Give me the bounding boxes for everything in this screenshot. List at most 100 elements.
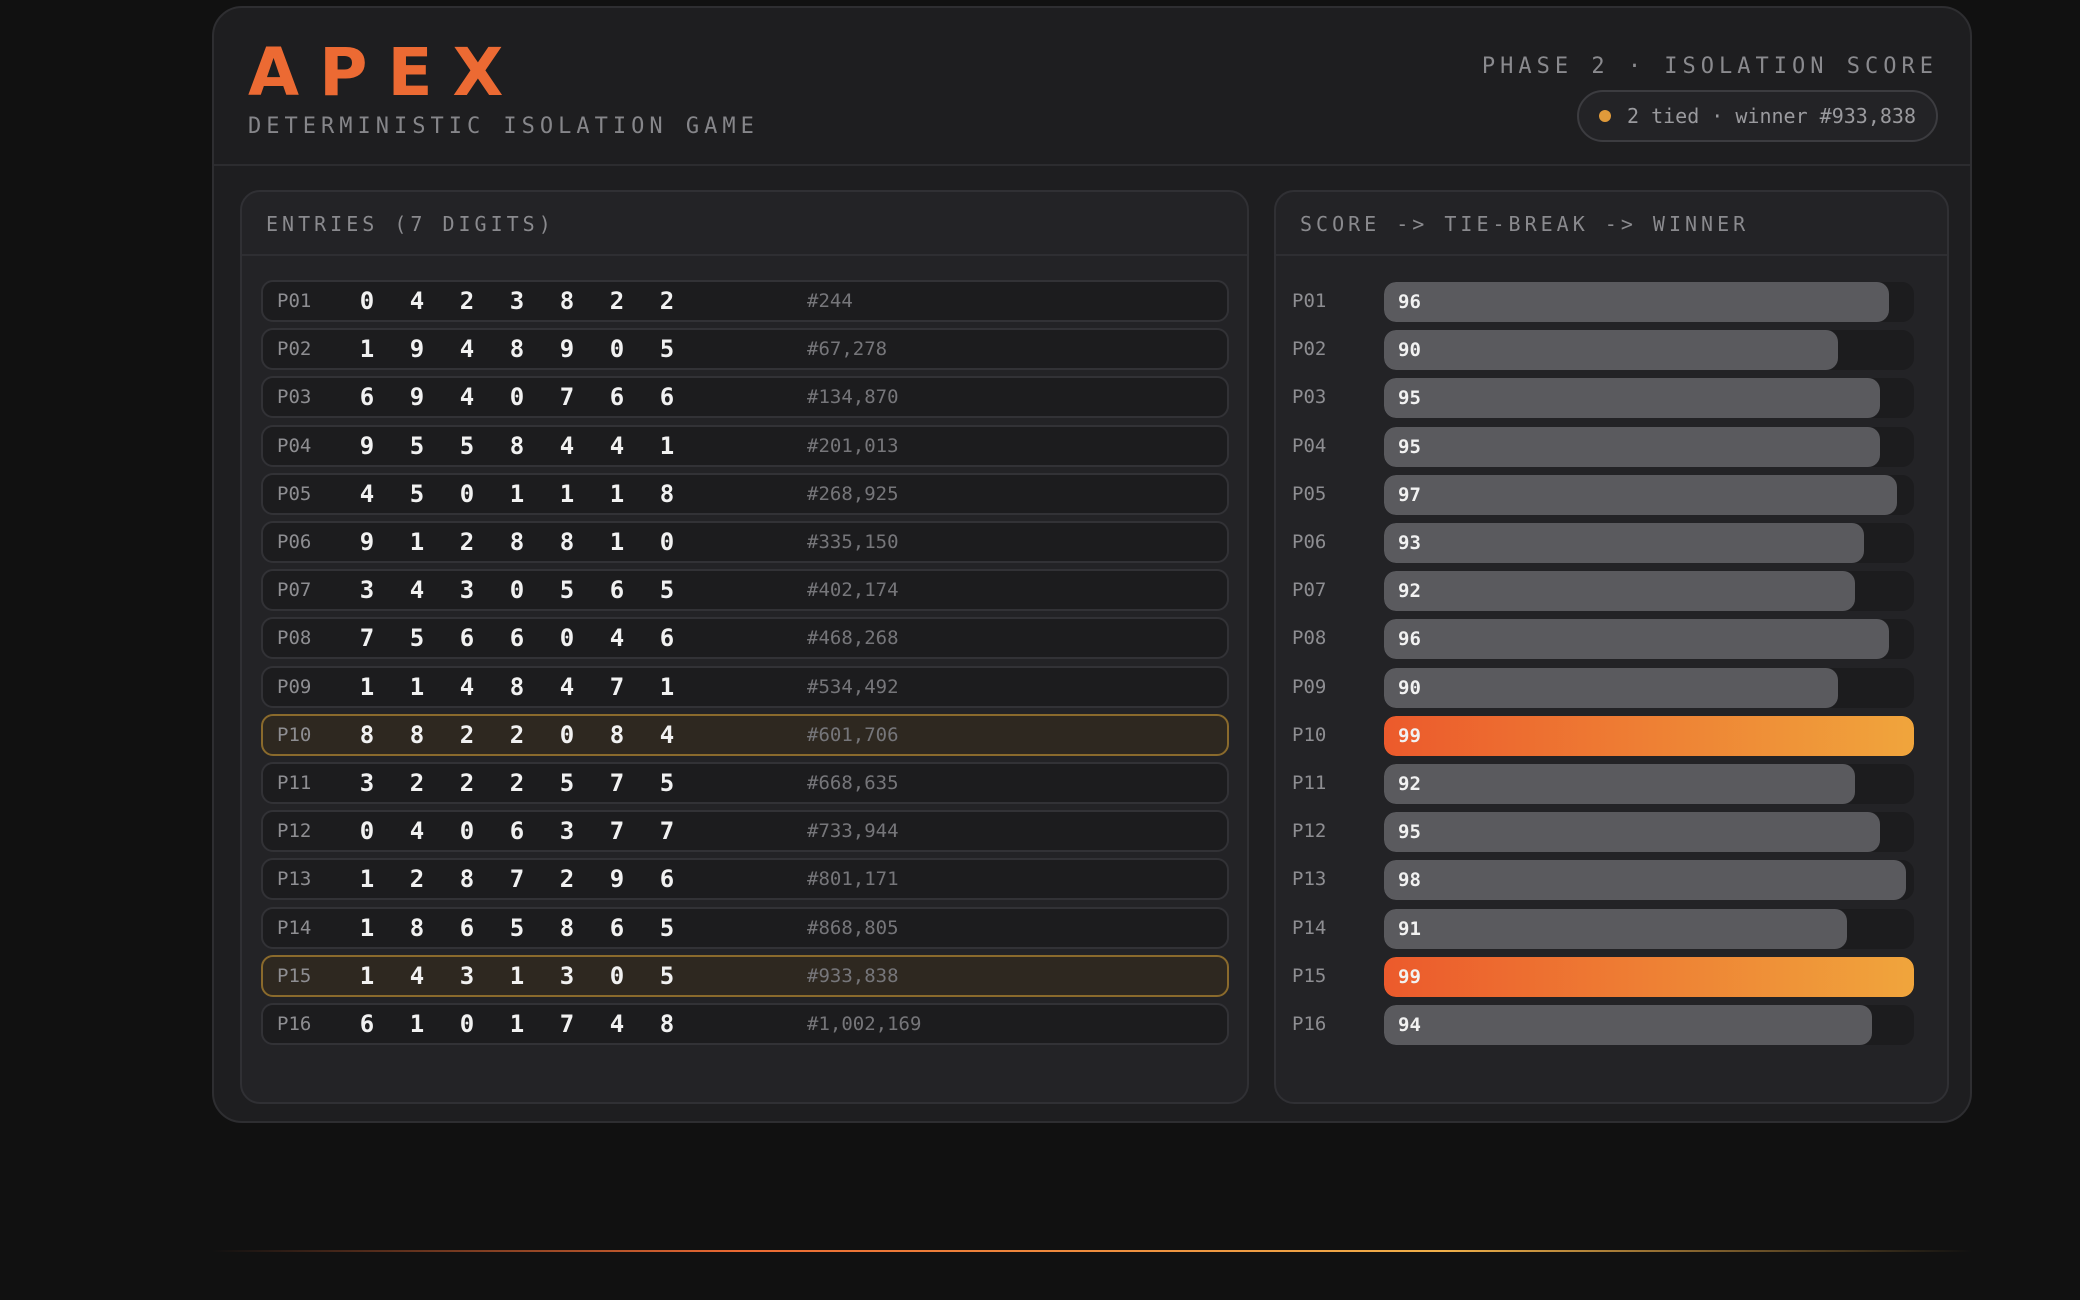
entry-digit: 7 [609, 769, 625, 797]
entry-row: P16 6 1 0 1 7 4 8 #1,002,169 [261, 1003, 1229, 1045]
entry-digit: 0 [559, 624, 575, 653]
score-id: P01 [1292, 290, 1327, 312]
entry-id: P06 [277, 531, 312, 553]
entry-id: P07 [277, 579, 312, 602]
entry-digit: 3 [559, 961, 575, 990]
app-logo: APEX [248, 34, 524, 111]
entry-digit: 4 [609, 624, 625, 653]
entry-rank: #468,268 [807, 627, 899, 650]
entry-digit: 6 [509, 624, 525, 653]
entry-digit: 6 [609, 576, 625, 605]
entry-digit: 8 [409, 720, 425, 749]
score-value: 95 [1398, 387, 1421, 410]
score-row: P10 99 [1276, 714, 1947, 756]
score-row: P08 96 [1276, 617, 1947, 660]
score-value: 90 [1398, 676, 1421, 699]
entry-rank: #201,013 [807, 434, 899, 457]
entry-id: P08 [277, 627, 312, 650]
entry-digit: 0 [459, 817, 475, 846]
score-value: 93 [1398, 532, 1421, 554]
entry-digit: 1 [609, 528, 625, 556]
entry-digit: 1 [359, 961, 375, 990]
score-panel: SCORE -> TIE-BREAK -> WINNER P01 96 P02 90 P… [1274, 190, 1949, 1104]
score-id: P13 [1292, 868, 1327, 891]
entry-digit: 8 [509, 335, 525, 364]
entry-digit: 4 [659, 720, 675, 749]
score-track: 95 [1384, 426, 1914, 467]
entry-digit: 3 [459, 576, 475, 605]
entry-digit: 0 [559, 720, 575, 749]
score-value: 99 [1398, 965, 1421, 988]
entry-digit: 2 [509, 720, 525, 749]
score-id: P16 [1292, 1013, 1327, 1035]
score-id: P15 [1292, 964, 1327, 987]
score-id: P11 [1292, 772, 1327, 794]
entry-digit: 8 [509, 431, 525, 460]
entry-rank: #801,171 [807, 868, 899, 891]
entry-rank: #868,805 [807, 916, 899, 939]
score-bar [1384, 812, 1880, 853]
entry-digit: 0 [459, 1010, 475, 1038]
entry-digit: 1 [609, 479, 625, 508]
entry-digit: 2 [459, 287, 475, 315]
score-value: 97 [1398, 483, 1421, 506]
header: APEX DETERMINISTIC ISOLATION GAME PHASE … [214, 8, 1970, 166]
entry-digit: 4 [609, 431, 625, 460]
score-row: P13 98 [1276, 858, 1947, 901]
score-bar [1384, 667, 1838, 708]
score-track: 99 [1384, 956, 1914, 997]
entry-digit: 2 [609, 287, 625, 315]
entry-digit: 3 [459, 961, 475, 990]
entry-digit: 3 [359, 576, 375, 605]
score-value: 96 [1398, 291, 1421, 313]
entry-digit: 4 [459, 383, 475, 412]
accent-divider [212, 1250, 1972, 1252]
score-value: 96 [1398, 628, 1421, 651]
entry-digit: 3 [559, 817, 575, 846]
entry-digit: 0 [609, 961, 625, 990]
entry-digit: 2 [509, 769, 525, 797]
score-value: 90 [1398, 339, 1421, 362]
score-bar [1384, 764, 1855, 804]
entry-digit: 7 [559, 1010, 575, 1038]
entry-digit: 8 [509, 672, 525, 701]
entry-digit: 7 [559, 383, 575, 412]
entry-digit: 7 [359, 624, 375, 653]
entry-digit: 0 [609, 335, 625, 364]
score-track: 97 [1384, 474, 1914, 515]
score-track: 96 [1384, 282, 1914, 322]
entry-digit: 4 [559, 672, 575, 701]
entry-row: P15 1 4 3 1 3 0 5 #933,838 [261, 954, 1229, 997]
entry-digit: 6 [609, 383, 625, 412]
entry-row: P05 4 5 0 1 1 1 8 #268,925 [261, 472, 1229, 515]
score-bar [1384, 860, 1906, 901]
entry-digit: 6 [659, 383, 675, 412]
entry-digit: 5 [409, 431, 425, 460]
entry-digit: 8 [559, 913, 575, 942]
entry-row: P06 9 1 2 8 8 1 0 #335,150 [261, 521, 1229, 563]
entry-rank: #1,002,169 [807, 1013, 922, 1035]
entry-digit: 1 [409, 528, 425, 556]
score-bar [1384, 571, 1855, 612]
app-subtitle: DETERMINISTIC ISOLATION GAME [248, 114, 759, 139]
entry-rank: #244 [807, 290, 853, 312]
entry-digit: 6 [359, 1010, 375, 1038]
entry-row: P01 0 4 2 3 8 2 2 #244 [261, 280, 1229, 322]
entry-digit: 0 [659, 528, 675, 556]
entry-rank: #668,635 [807, 772, 899, 794]
entry-row: P13 1 2 8 7 2 9 6 #801,171 [261, 858, 1229, 901]
entry-digit: 1 [359, 913, 375, 942]
score-id: P06 [1292, 531, 1327, 553]
score-bar [1384, 474, 1897, 515]
entry-digit: 1 [659, 672, 675, 701]
score-value: 95 [1398, 821, 1421, 844]
entry-digit: 4 [409, 576, 425, 605]
entry-digit: 5 [409, 624, 425, 653]
entry-digit: 4 [409, 287, 425, 315]
score-bar [1384, 523, 1864, 563]
entry-digit: 0 [459, 479, 475, 508]
entry-digit: 6 [359, 383, 375, 412]
entry-row: P03 6 9 4 0 7 6 6 #134,870 [261, 376, 1229, 419]
entry-digit: 8 [659, 1010, 675, 1038]
entry-digit: 9 [359, 528, 375, 556]
